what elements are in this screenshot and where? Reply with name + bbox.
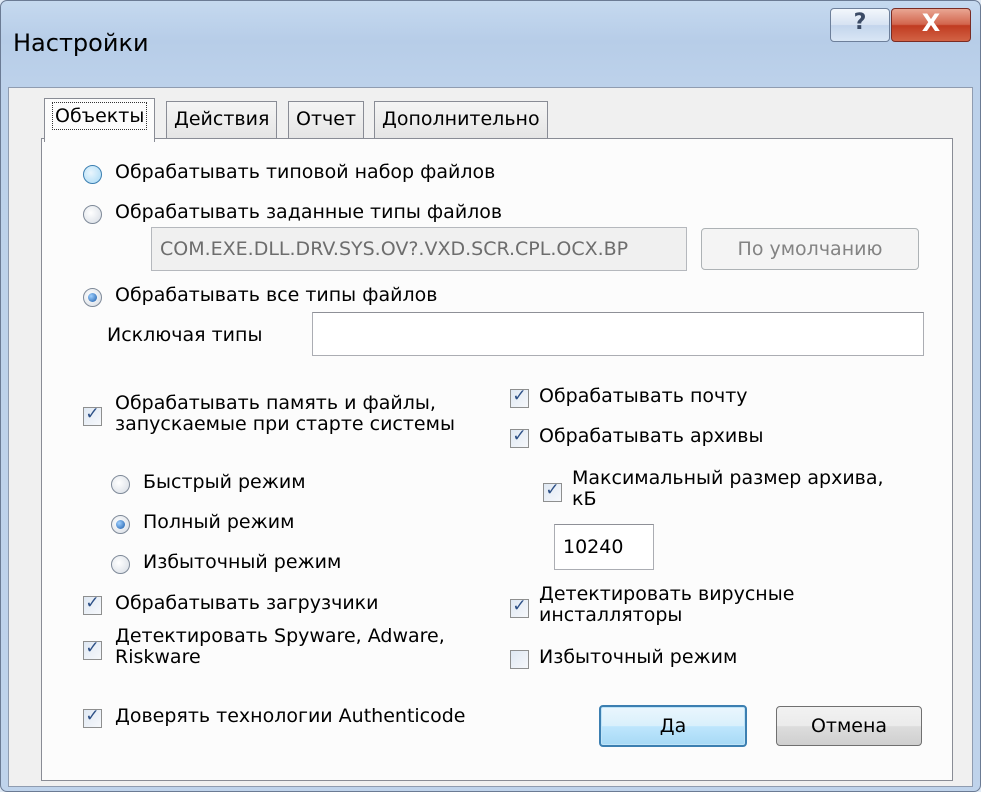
checkbox-spyware-label[interactable]: Детектировать Spyware, Adware, Riskware	[115, 626, 475, 668]
radio-fast-mode[interactable]	[111, 475, 130, 494]
check-icon: ✓	[512, 426, 527, 446]
check-icon: ✓	[512, 596, 527, 616]
checkbox-memory-files-label[interactable]: Обрабатывать память и файлы, запускаемые…	[115, 393, 475, 435]
check-icon: ✓	[85, 404, 100, 424]
help-button[interactable]: ?	[830, 8, 890, 42]
checkbox-mail[interactable]: ✓	[510, 386, 529, 408]
radio-typical-files[interactable]	[83, 165, 102, 184]
checkbox-memory-files[interactable]: ✓	[83, 404, 102, 426]
radio-selected-dot	[88, 293, 97, 302]
checkbox-installers[interactable]: ✓	[510, 596, 529, 618]
radio-specified-files[interactable]	[83, 205, 102, 224]
tab-actions-label: Действия	[174, 108, 270, 130]
radio-full-mode-label[interactable]: Полный режим	[143, 511, 294, 533]
radio-specified-files-label[interactable]: Обрабатывать заданные типы файлов	[115, 201, 502, 223]
ok-button[interactable]: Да	[599, 705, 747, 747]
checkbox-mail-label[interactable]: Обрабатывать почту	[539, 385, 748, 407]
max-archive-size-input[interactable]	[554, 524, 654, 570]
checkbox-archives-label[interactable]: Обрабатывать архивы	[539, 425, 763, 447]
cancel-button[interactable]: Отмена	[776, 706, 922, 746]
radio-typical-files-label[interactable]: Обрабатывать типовой набор файлов	[115, 161, 495, 183]
radio-excess-mode[interactable]	[111, 555, 130, 574]
exclude-types-input[interactable]	[312, 312, 924, 356]
file-types-input[interactable]	[151, 227, 687, 271]
checkbox-installers-label[interactable]: Детектировать вирусные инсталляторы	[539, 584, 879, 626]
check-icon: ✓	[85, 593, 100, 613]
checkbox-authenticode-label[interactable]: Доверять технологии Authenticode	[115, 705, 466, 727]
checkbox-max-archive-label[interactable]: Максимальный размер архива, кБ	[572, 468, 912, 510]
checkbox-boot-loaders[interactable]: ✓	[83, 593, 102, 615]
radio-selected-dot	[116, 520, 125, 529]
help-icon: ?	[853, 10, 867, 35]
checkbox-excess-mode-label[interactable]: Избыточный режим	[539, 646, 737, 668]
default-types-button[interactable]: По умолчанию	[701, 228, 919, 270]
check-icon: ✓	[545, 480, 560, 500]
close-button[interactable]: X	[891, 8, 971, 42]
title-bar[interactable]: Настройки ? X	[1, 1, 980, 85]
window-title: Настройки	[13, 29, 149, 57]
check-icon: ✓	[512, 386, 527, 406]
checkbox-max-archive[interactable]: ✓	[543, 480, 562, 502]
radio-full-mode[interactable]	[111, 515, 130, 534]
tab-actions[interactable]: Действия	[166, 101, 278, 139]
close-icon: X	[921, 9, 941, 37]
radio-fast-mode-label[interactable]: Быстрый режим	[143, 471, 306, 493]
check-icon: ✓	[85, 638, 100, 658]
checkbox-authenticode[interactable]: ✓	[83, 706, 102, 728]
settings-dialog: Настройки ? X Объекты Действия Отчет Доп…	[0, 0, 981, 792]
checkbox-excess-mode[interactable]	[510, 650, 529, 669]
checkbox-archives[interactable]: ✓	[510, 426, 529, 448]
radio-all-files[interactable]	[83, 288, 102, 307]
exclude-types-label: Исключая типы	[107, 324, 263, 346]
checkbox-boot-loaders-label[interactable]: Обрабатывать загрузчики	[115, 592, 379, 614]
checkbox-spyware[interactable]: ✓	[83, 638, 102, 660]
radio-all-files-label[interactable]: Обрабатывать все типы файлов	[115, 284, 437, 306]
tab-advanced[interactable]: Дополнительно	[374, 101, 548, 139]
tab-objects[interactable]: Объекты	[44, 98, 156, 142]
tab-report-label: Отчет	[296, 108, 357, 130]
tab-report[interactable]: Отчет	[288, 101, 365, 139]
radio-excess-mode-label[interactable]: Избыточный режим	[143, 551, 341, 573]
tab-objects-label: Объекты	[52, 102, 148, 130]
tab-advanced-label: Дополнительно	[382, 108, 540, 130]
check-icon: ✓	[85, 706, 100, 726]
